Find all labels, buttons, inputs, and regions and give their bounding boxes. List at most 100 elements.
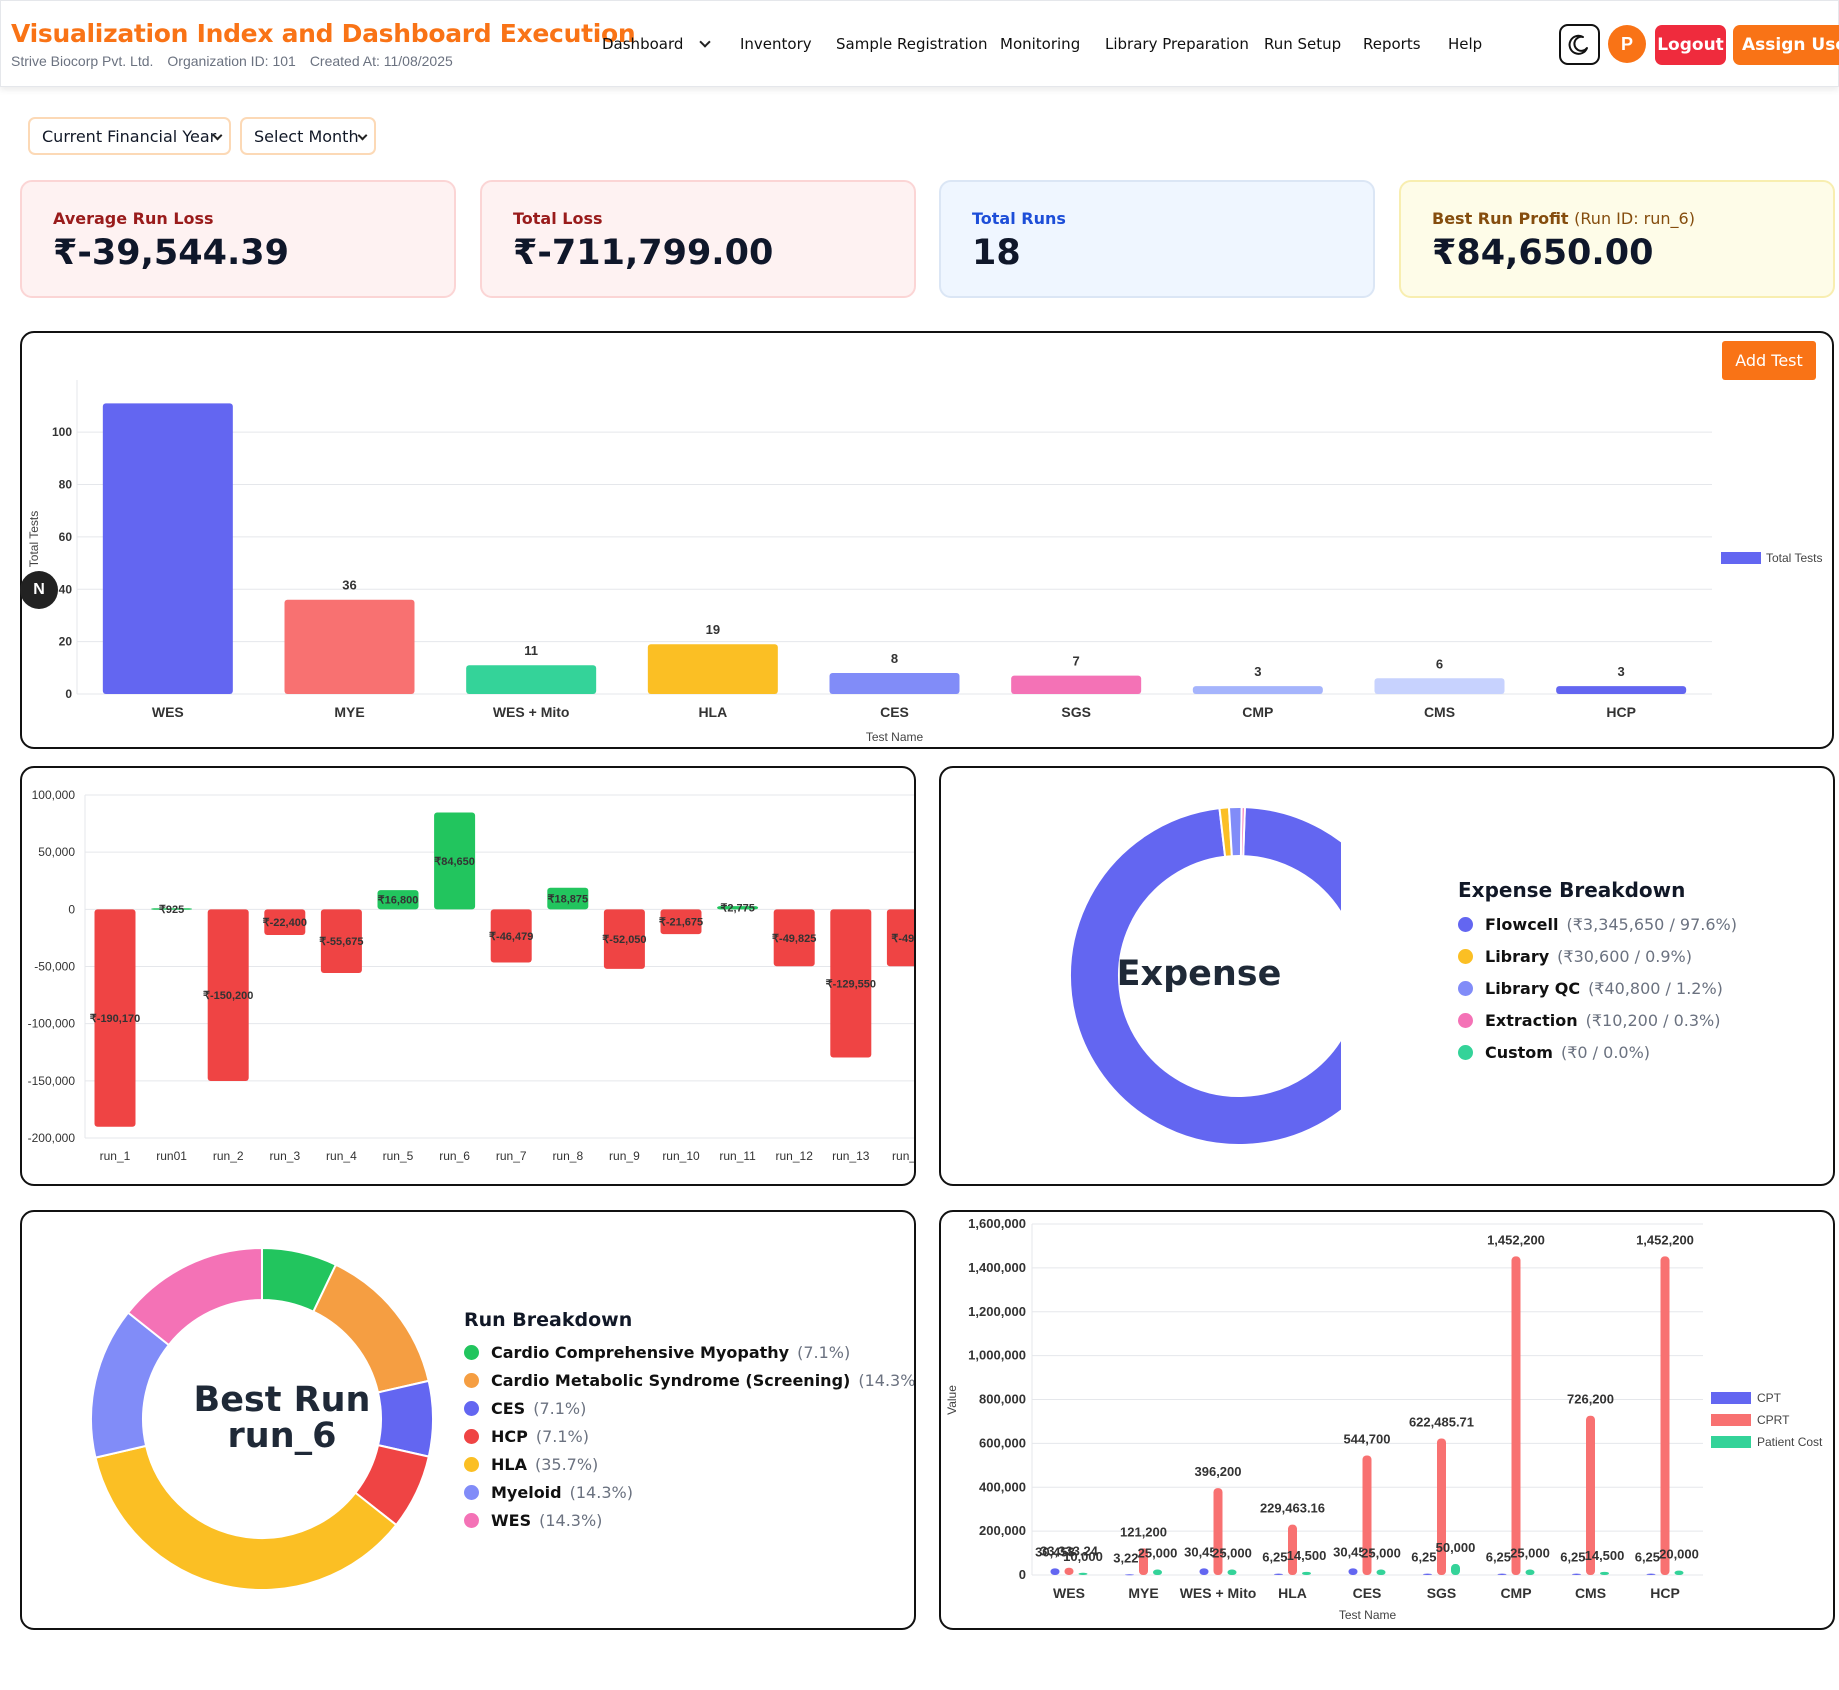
y-tick-label: 1,600,000	[968, 1216, 1026, 1231]
n-badge[interactable]: N	[20, 571, 58, 609]
legend-item: CES (7.1%)	[464, 1399, 586, 1418]
legend-item: Cardio Metabolic Syndrome (Screening) (14…	[464, 1371, 914, 1390]
bar-value-label: 25,000	[1510, 1546, 1550, 1561]
bar-value-label: 3	[1254, 664, 1261, 679]
nav-reports[interactable]: Reports	[1363, 35, 1421, 53]
bar-value-label: 14,500	[1287, 1548, 1327, 1563]
bar-value-label: ₹-55,675	[319, 936, 363, 948]
x-tick-label: CES	[880, 704, 909, 720]
card-label: Total Runs	[972, 209, 1066, 228]
bar	[1078, 1572, 1088, 1575]
created-at: Created At: 11/08/2025	[309, 53, 453, 69]
x-axis-title: Test Name	[1339, 1608, 1397, 1622]
x-tick-label: run_11	[719, 1149, 756, 1163]
moon-icon	[1568, 34, 1588, 55]
x-tick-label: HLA	[1278, 1585, 1307, 1601]
card-value: ₹-39,544.39	[53, 233, 289, 273]
bar	[1646, 1573, 1656, 1575]
nav-monitoring[interactable]: Monitoring	[1000, 35, 1080, 53]
avatar[interactable]: P	[1608, 25, 1646, 63]
nav-help[interactable]: Help	[1448, 35, 1482, 53]
x-tick-label: MYE	[1128, 1585, 1158, 1601]
avg-run-loss-card: Average Run Loss ₹-39,544.39	[20, 180, 456, 298]
month-select[interactable]: Select Month	[240, 117, 376, 155]
theme-toggle-button[interactable]	[1559, 24, 1600, 65]
bar-value-label: 25,000	[1138, 1546, 1178, 1561]
x-tick-label: MYE	[334, 704, 364, 720]
chevron-down-icon	[699, 36, 712, 48]
bar	[1423, 1573, 1432, 1575]
y-tick-label: 40	[59, 582, 73, 596]
bar	[1050, 1568, 1060, 1575]
legend-item: WES (14.3%)	[464, 1511, 602, 1530]
bar-value-label: 622,485.71	[1409, 1414, 1474, 1429]
legend-dot	[1458, 1013, 1473, 1028]
y-tick-label: 50,000	[38, 845, 75, 859]
bar-value-label: ₹-21,675	[659, 917, 703, 929]
y-axis-title: Total Tests	[27, 511, 41, 567]
bar-value-label: 726,200	[1567, 1392, 1614, 1407]
x-tick-label: SGS	[1427, 1585, 1457, 1601]
x-tick-label: SGS	[1061, 704, 1091, 720]
bar-value-label: ₹-49,825	[772, 933, 816, 945]
total-runs-card: Total Runs 18	[939, 180, 1375, 298]
x-tick-label: run_12	[776, 1149, 814, 1163]
legend-label: CPT	[1757, 1391, 1782, 1405]
legend-name: Cardio Comprehensive Myopathy	[491, 1343, 790, 1362]
bar	[1556, 686, 1687, 694]
legend-swatch	[1711, 1436, 1751, 1448]
bar	[1376, 1569, 1386, 1575]
x-tick-label: WES	[1053, 1585, 1085, 1601]
y-tick-label: 0	[65, 687, 72, 701]
legend-name: HCP	[491, 1427, 528, 1446]
nav-inventory[interactable]: Inventory	[740, 35, 812, 53]
total-loss-card: Total Loss ₹-711,799.00	[480, 180, 916, 298]
legend-item: Extraction (₹10,200 / 0.3%)	[1458, 1011, 1720, 1030]
legend-item: Library QC (₹40,800 / 1.2%)	[1458, 979, 1723, 998]
bar-value-label: ₹-150,200	[203, 990, 253, 1002]
bar	[1227, 1569, 1237, 1575]
y-tick-label: 20	[59, 635, 73, 649]
bar	[1600, 1571, 1609, 1575]
bar-value-label: ₹-190,170	[90, 1013, 140, 1025]
legend-swatch	[1721, 552, 1761, 564]
bar	[1451, 1564, 1460, 1575]
legend-value: (14.3%)	[569, 1483, 633, 1502]
run-breakdown-panel: Best Run run_6 Run Breakdown Cardio Comp…	[20, 1210, 916, 1630]
add-test-button[interactable]: Add Test	[1722, 341, 1816, 380]
financial-year-select[interactable]: Current Financial Year	[28, 117, 231, 155]
x-tick-label: HCP	[1650, 1585, 1680, 1601]
legend-swatch	[1711, 1392, 1751, 1404]
x-tick-label: run_9	[609, 1149, 640, 1163]
nav-library-preparation[interactable]: Library Preparation	[1105, 35, 1249, 53]
bar	[1572, 1573, 1581, 1575]
legend-dot	[464, 1485, 479, 1500]
x-tick-label: CES	[1353, 1585, 1382, 1601]
x-tick-label: CMS	[1575, 1585, 1606, 1601]
bar	[284, 599, 415, 694]
donut-slice	[1239, 806, 1246, 858]
y-tick-label: -100,000	[28, 1017, 76, 1031]
bar	[1674, 1570, 1684, 1575]
bar-value-label: 3	[1618, 664, 1625, 679]
bar-value-label: 6	[1436, 656, 1443, 671]
bar	[647, 644, 778, 694]
bar-value-label: 544,700	[1344, 1432, 1391, 1447]
run-id-sub: (Run ID: run_6)	[1574, 209, 1695, 228]
bar-value-label: 7	[1073, 654, 1080, 669]
app-title: Visualization Index and Dashboard Execut…	[11, 19, 636, 48]
nav-run-setup[interactable]: Run Setup	[1264, 35, 1341, 53]
logout-button[interactable]: Logout	[1655, 25, 1726, 65]
donut-slice	[1227, 806, 1243, 858]
y-tick-label: 60	[59, 530, 73, 544]
best-run-profit-card: Best Run Profit (Run ID: run_6) ₹84,650.…	[1399, 180, 1835, 298]
expense-breakdown-panel: Expense Expense Breakdown Flowcell (₹3,34…	[939, 766, 1835, 1186]
nav-sample-registration[interactable]: Sample Registration	[836, 35, 987, 53]
nav-dashboard[interactable]: Dashboard	[602, 35, 712, 53]
bar-value-label: ₹-46,479	[489, 931, 533, 943]
x-tick-label: run_6	[439, 1149, 470, 1163]
assign-user-button[interactable]: Assign User	[1733, 25, 1839, 65]
bar-value-label: 121,200	[1120, 1524, 1167, 1539]
expense-center-label: Expense	[1116, 954, 1282, 994]
total-tests-chart: 020406080100WES36MYE11WES + Mito19HLA8CE…	[27, 380, 1822, 744]
